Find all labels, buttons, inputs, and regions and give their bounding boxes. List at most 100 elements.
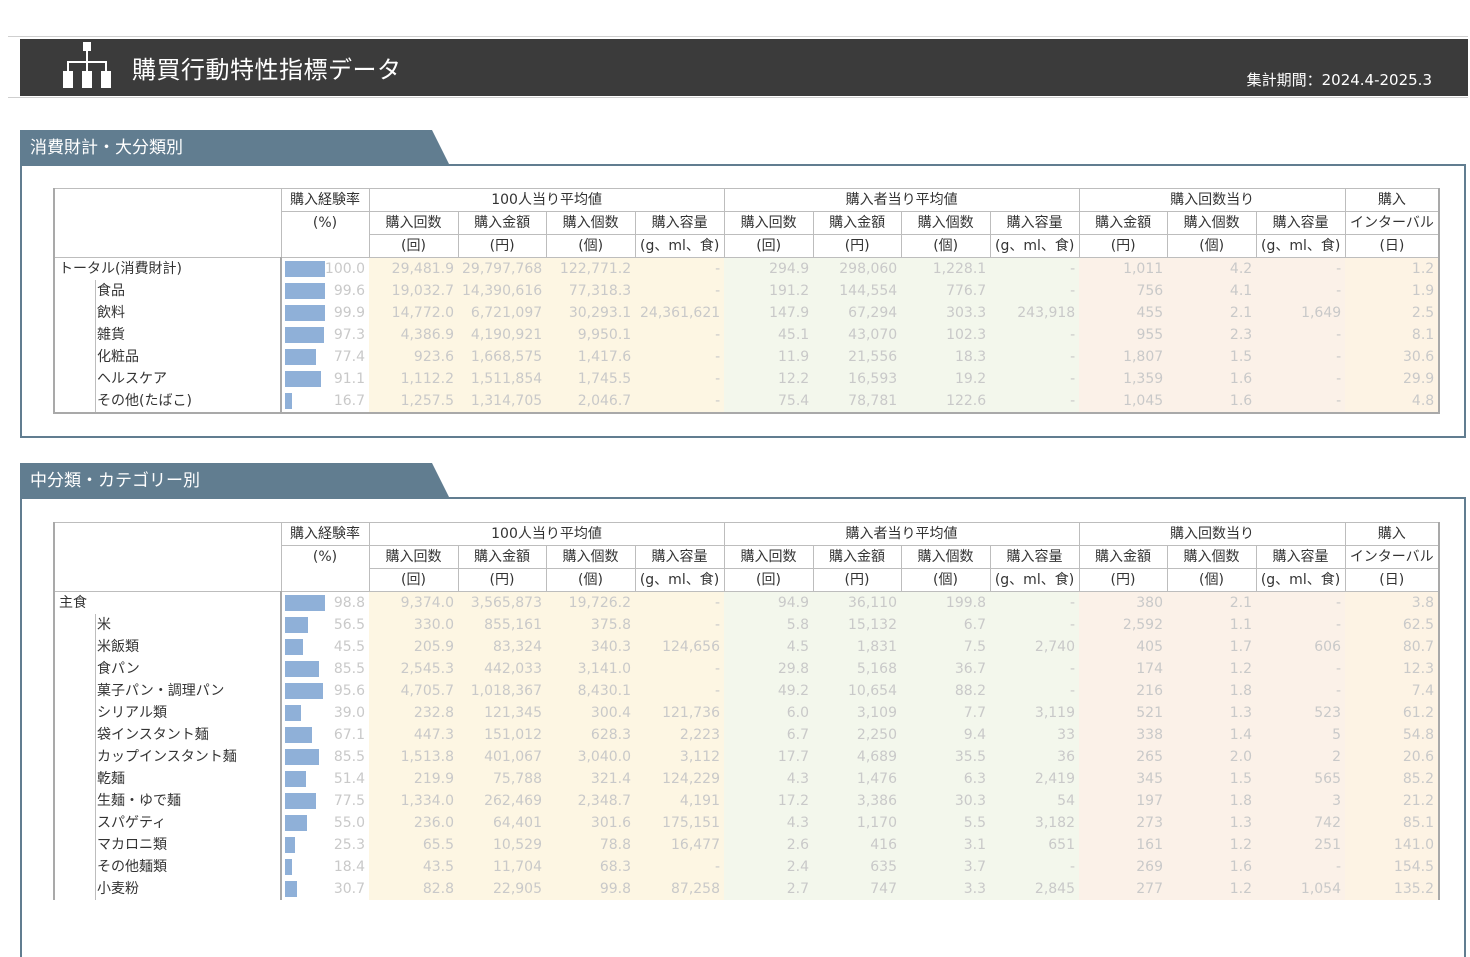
- metric-cell: 340.3: [546, 636, 635, 658]
- rate-value: 77.4: [333, 349, 365, 365]
- metric-cell: -: [1256, 591, 1345, 614]
- group-per100-header: 100人当り平均値: [368, 188, 725, 212]
- metric-cell: 1,011: [1079, 257, 1168, 280]
- metric-cell: 416: [813, 834, 901, 856]
- metric-cell: -: [1256, 324, 1346, 346]
- metric-cell: 17.2: [724, 790, 813, 812]
- row-label: 化粧品: [53, 346, 282, 368]
- metric-cell: -: [635, 257, 725, 280]
- unit-items: (個): [1166, 568, 1257, 592]
- metric-cell: 345: [1079, 768, 1167, 790]
- indent-rule: [95, 346, 96, 368]
- metric-cell: 29,481.9: [369, 257, 458, 280]
- metric-cell: 1,649: [1256, 302, 1346, 324]
- metric-cell: 5.5: [901, 812, 990, 834]
- col-rate-unit: (%): [280, 545, 370, 592]
- unit-items: (個): [900, 234, 991, 258]
- row-name: 米飯類: [97, 639, 139, 655]
- rate-bar: [285, 371, 321, 387]
- metric-cell: 1,112.2: [369, 368, 458, 390]
- metric-cell: 3,141.0: [546, 658, 635, 680]
- metric-cell: 78.8: [546, 834, 635, 856]
- metric-cell: 82.8: [369, 878, 458, 900]
- col-amount: 購入金額: [1078, 545, 1168, 569]
- metric-cell: 742: [1256, 812, 1345, 834]
- metric-cell: 1.9: [1345, 280, 1441, 302]
- metric-cell: 1.6: [1167, 390, 1257, 414]
- metric-cell: 29.8: [724, 658, 813, 680]
- metric-cell: 10,654: [813, 680, 901, 702]
- metric-cell: 2: [1256, 746, 1345, 768]
- row-name: 小麦粉: [97, 881, 139, 897]
- metric-cell: -: [990, 280, 1080, 302]
- metric-cell: 2.5: [1345, 302, 1441, 324]
- rate-value: 16.7: [333, 393, 365, 409]
- metric-cell: 1.5: [1167, 768, 1256, 790]
- rate-bar: [285, 595, 325, 611]
- metric-cell: 1.6: [1167, 368, 1257, 390]
- row-label: ヘルスケア: [53, 368, 282, 390]
- indent-rule: [95, 324, 96, 346]
- metric-cell: 2.0: [1167, 746, 1256, 768]
- purchase-rate-cell: 97.3: [281, 324, 369, 346]
- group-perbuyer-header: 購入者当り平均値: [723, 522, 1080, 546]
- metric-cell: 144,554: [813, 280, 902, 302]
- metric-cell: 565: [1256, 768, 1345, 790]
- metric-cell: 9,950.1: [546, 324, 636, 346]
- metric-cell: -: [990, 390, 1080, 414]
- row-label: 主食: [53, 591, 282, 614]
- rate-bar: [285, 283, 325, 299]
- metric-cell: 1,359: [1079, 368, 1168, 390]
- metric-cell: 30.6: [1345, 346, 1441, 368]
- purchase-rate-cell: 18.4: [281, 856, 369, 878]
- metric-cell: 11,704: [458, 856, 546, 878]
- row-name: 食品: [97, 283, 125, 299]
- purchase-rate-cell: 45.5: [281, 636, 369, 658]
- indent-rule: [95, 680, 96, 702]
- row-label: 食品: [53, 280, 282, 302]
- metric-cell: 6.7: [901, 614, 990, 636]
- metric-cell: 36.7: [901, 658, 990, 680]
- indent-rule: [95, 390, 96, 411]
- group-perbuyer-header: 購入者当り平均値: [723, 188, 1080, 212]
- table-row: 米 56.5 330.0 855,161 375.8-5.8 15,132 6.7-2,59…: [53, 614, 1440, 636]
- rate-value: 99.6: [333, 283, 365, 299]
- metric-cell: 19,726.2: [546, 591, 635, 614]
- metric-cell: 124,229: [635, 768, 724, 790]
- row-name: 生麺・ゆで麺: [97, 793, 181, 809]
- metric-cell: 1,831: [813, 636, 901, 658]
- col-volume: 購入容量: [634, 211, 725, 235]
- metric-cell: 2.7: [724, 878, 813, 900]
- indent-rule: [95, 702, 96, 724]
- unit-amount: (円): [457, 234, 547, 258]
- metric-cell: 1.8: [1167, 680, 1256, 702]
- metric-cell: 199.8: [901, 591, 990, 614]
- indent-rule: [95, 746, 96, 768]
- metric-cell: 338: [1079, 724, 1167, 746]
- metric-cell: -: [990, 658, 1079, 680]
- metric-cell: 2.3: [1167, 324, 1257, 346]
- metric-cell: 78,781: [813, 390, 902, 414]
- metric-cell: -: [1256, 368, 1346, 390]
- unit-volume: (g、ml、食): [634, 568, 725, 592]
- metric-cell: 1,045: [1079, 390, 1168, 414]
- row-label: その他麺類: [53, 856, 282, 878]
- metric-cell: 1,417.6: [546, 346, 636, 368]
- metric-cell: 5.8: [724, 614, 813, 636]
- metric-cell: 3,119: [990, 702, 1079, 724]
- purchase-rate-cell: 100.0: [281, 258, 369, 281]
- metric-cell: 75.4: [724, 390, 814, 414]
- purchase-rate-cell: 85.5: [281, 746, 369, 768]
- metric-cell: 85.1: [1345, 812, 1440, 834]
- metric-cell: 1.7: [1167, 636, 1256, 658]
- metric-cell: 191.2: [724, 280, 814, 302]
- metric-cell: 262,469: [458, 790, 546, 812]
- metric-cell: 375.8: [546, 614, 635, 636]
- metric-cell: 6,721,097: [458, 302, 547, 324]
- metric-cell: 216: [1079, 680, 1167, 702]
- rate-value: 100.0: [324, 261, 365, 277]
- metric-cell: 277: [1079, 878, 1167, 900]
- metric-cell: 62.5: [1345, 614, 1440, 636]
- metric-cell: 651: [990, 834, 1079, 856]
- rate-bar: [285, 705, 301, 721]
